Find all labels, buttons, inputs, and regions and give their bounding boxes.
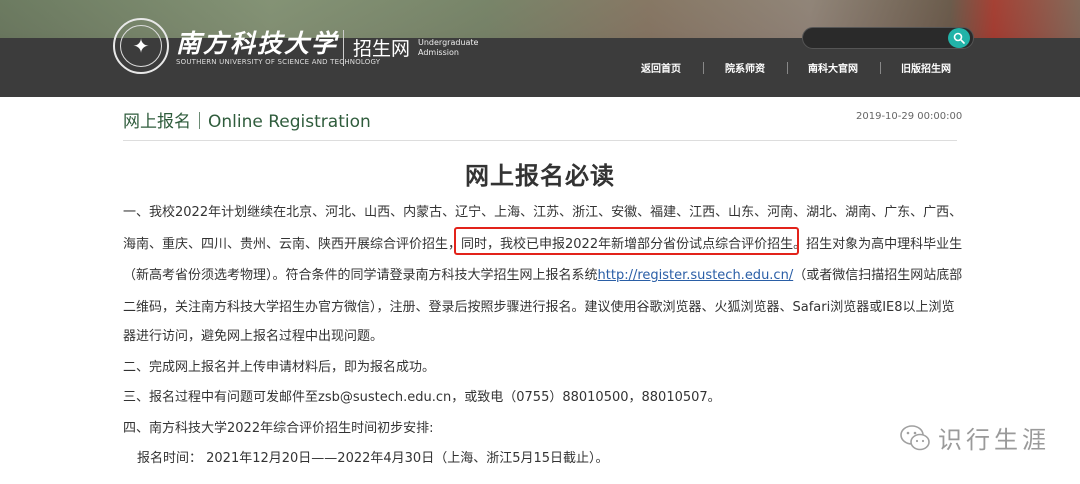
title-divider xyxy=(123,140,957,141)
paragraph-2: 二、完成网上报名并上传申请材料后，即为报名成功。 xyxy=(123,360,436,375)
nav-separator xyxy=(703,62,704,74)
paragraph-3: 三、报名过程中有问题可发邮件至zsb@sustech.edu.cn，或致电（07… xyxy=(123,390,721,405)
search-input[interactable] xyxy=(813,30,943,46)
nav-old-admission-site[interactable]: 旧版招生网 xyxy=(901,60,951,75)
paragraph-1-line-4: 二维码，关注南方科技大学招生办官方微信），注册、登录后按照步骤进行报名。建议使用… xyxy=(123,300,955,315)
nav-home[interactable]: 返回首页 xyxy=(641,60,681,75)
paragraph-1-line-1: 一、我校2022年计划继续在北京、河北、山西、内蒙古、辽宁、上海、江苏、浙江、安… xyxy=(123,205,963,220)
site-name-en: Undergraduate Admission xyxy=(418,38,478,58)
university-logo[interactable]: ✦ xyxy=(113,18,169,74)
paragraph-text: （或者微信扫描招生网站底部 xyxy=(793,268,963,283)
section-title: 网上报名｜Online Registration xyxy=(123,112,371,132)
search-icon xyxy=(953,32,965,44)
logo-emblem-icon: ✦ xyxy=(120,25,162,67)
watermark-text: 识行生涯 xyxy=(938,426,1050,454)
paragraph-text: 招生对象为高中理科毕业生 xyxy=(806,237,963,252)
publish-date: 2019-10-29 00:00:00 xyxy=(856,111,963,122)
site-name-en-line1: Undergraduate xyxy=(418,38,479,47)
registration-link[interactable]: http://register.sustech.edu.cn/ xyxy=(598,268,794,283)
highlight-box xyxy=(454,227,799,255)
nav-official-site[interactable]: 南科大官网 xyxy=(808,60,858,75)
site-name-cn: 招生网 xyxy=(353,38,411,60)
paragraph-text: 海南、重庆、四川、贵州、云南、陕西开展综合评价招生， xyxy=(123,237,462,252)
nav-separator xyxy=(880,62,881,74)
paragraph-4: 四、南方科技大学2022年综合评价招生时间初步安排: xyxy=(123,421,434,436)
paragraph-text: （新高考省份须选考物理）。符合条件的同学请登录南方科技大学招生网上报名系统 xyxy=(123,268,598,283)
nav-faculty[interactable]: 院系师资 xyxy=(725,60,765,75)
paragraph-1-line-5: 器进行访问，避免网上报名过程中出现问题。 xyxy=(123,329,384,344)
school-name-cn: 南方科技大学 xyxy=(176,29,339,58)
paragraph-5: 报名时间： 2021年12月20日——2022年4月30日（上海、浙江5月15日… xyxy=(137,451,609,466)
search-button[interactable] xyxy=(948,28,970,48)
wechat-watermark: 识行生涯 xyxy=(898,420,1050,455)
wechat-icon xyxy=(900,424,930,450)
article-title: 网上报名必读 xyxy=(465,162,615,190)
school-name-en: SOUTHERN UNIVERSITY OF SCIENCE AND TECHN… xyxy=(176,58,381,66)
header-divider xyxy=(343,30,344,66)
paragraph-1-line-3: （新高考省份须选考物理）。符合条件的同学请登录南方科技大学招生网上报名系统htt… xyxy=(123,264,962,283)
nav-separator xyxy=(787,62,788,74)
site-name-en-line2: Admission xyxy=(418,48,459,57)
